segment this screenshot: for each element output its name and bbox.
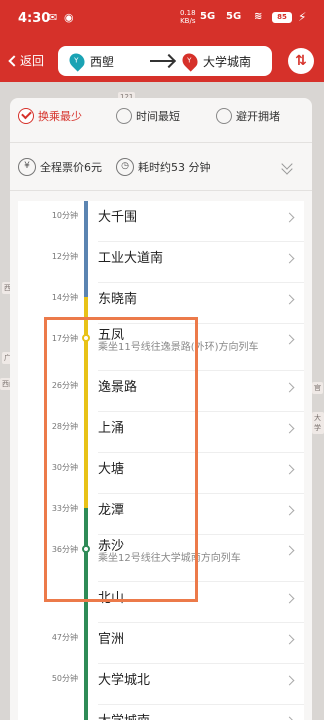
status-time: 4:30 [18,11,51,26]
back-button[interactable]: 返回 [8,52,45,69]
battery-icon: 85 [272,12,292,23]
station-row[interactable]: 大学城南 [18,705,304,720]
radio-checked-icon [18,108,34,124]
app-header: 4:30 ✉ ◉ 0.18 KB/s 5G 5G ≋ 85 ⚡ 返回 Y 西塱 … [0,0,324,82]
chevron-right-icon [284,634,295,645]
swap-icon: ⇅ [295,53,307,69]
station-name: 大学城南 [98,710,150,720]
route-options: 换乘最少 时间最短 避开拥堵 [10,98,312,138]
radio-icon [216,108,232,124]
chevron-left-icon [8,55,20,67]
chevron-right-icon [284,294,295,305]
chevron-down-icon[interactable] [281,158,294,175]
status-bar: 4:30 ✉ ◉ 0.18 KB/s 5G 5G ≋ 85 ⚡ [0,0,324,36]
station-row[interactable]: 47分钟 官洲 [18,623,304,664]
station-name: 东晓南 [98,292,138,307]
network-speed: 0.18 KB/s [180,9,196,25]
chevron-right-icon [284,675,295,686]
station-row[interactable]: 12分钟 工业大道南 [18,242,304,283]
option-fewest-transfers[interactable]: 换乘最少 [18,108,82,124]
fare-text: 全程票价6元 [40,161,102,174]
highlight-box [44,317,198,602]
wifi-icon: ≋ [254,11,263,22]
map-label: 大学 [312,412,324,434]
fare-info: ¥ 全程票价6元 [18,158,102,176]
chevron-right-icon [284,545,295,556]
arrow-right-icon [150,60,174,62]
origin-pin-icon: Y [66,50,88,72]
signal-icon: 5G [226,11,242,22]
origin-station[interactable]: 西塱 [90,53,114,70]
yen-icon: ¥ [18,158,36,176]
option-label: 时间最短 [136,110,180,123]
network-speed-value: 0.18 [180,9,196,17]
station-name: 工业大道南 [98,251,164,266]
option-avoid-crowd[interactable]: 避开拥堵 [216,108,280,124]
network-speed-unit: KB/s [180,17,196,25]
arrival-time: 50分钟 [51,674,78,683]
destination-station[interactable]: 大学城南 [203,53,251,70]
chevron-right-icon [284,382,295,393]
chevron-right-icon [284,253,295,264]
app-icon: ◉ [64,11,74,24]
route-summary: ¥ 全程票价6元 ◷ 耗时约53 分钟 [10,150,312,186]
station-row[interactable]: 10分钟 大千围 [18,201,304,242]
station-name: 官洲 [98,632,125,647]
divider [10,190,312,191]
map-label: 官 [312,382,323,394]
station-name: 大学城北 [98,673,151,688]
option-shortest-time[interactable]: 时间最短 [116,108,180,124]
option-label: 换乘最少 [38,110,82,123]
arrival-time: 47分钟 [51,633,78,642]
chevron-right-icon [284,334,295,345]
arrival-time: 10分钟 [51,211,78,220]
chevron-right-icon [284,716,295,720]
chevron-right-icon [284,212,295,223]
duration-info: ◷ 耗时约53 分钟 [116,158,211,176]
origin-pin-text: Y [74,56,79,65]
option-label: 避开拥堵 [236,110,280,123]
chevron-right-icon [284,593,295,604]
destination-pin-text: Y [187,56,192,65]
chevron-right-icon [284,423,295,434]
arrival-time: 14分钟 [51,293,78,302]
divider [10,142,312,143]
swap-route-button[interactable]: ⇅ [288,48,314,74]
station-row[interactable]: 50分钟 大学城北 [18,664,304,705]
charging-icon: ⚡ [298,10,307,24]
destination-pin-icon: Y [179,50,201,72]
route-selector[interactable]: Y 西塱 Y 大学城南 [58,46,272,76]
network-type: 5G [200,11,216,22]
chevron-right-icon [284,505,295,516]
arrival-time: 12分钟 [51,252,78,261]
back-label: 返回 [20,54,45,68]
clock-icon: ◷ [116,158,134,176]
chevron-right-icon [284,464,295,475]
radio-icon [116,108,132,124]
notification-icon: ✉ [48,11,58,24]
duration-text: 耗时约53 分钟 [138,161,211,174]
station-name: 大千围 [98,210,138,225]
